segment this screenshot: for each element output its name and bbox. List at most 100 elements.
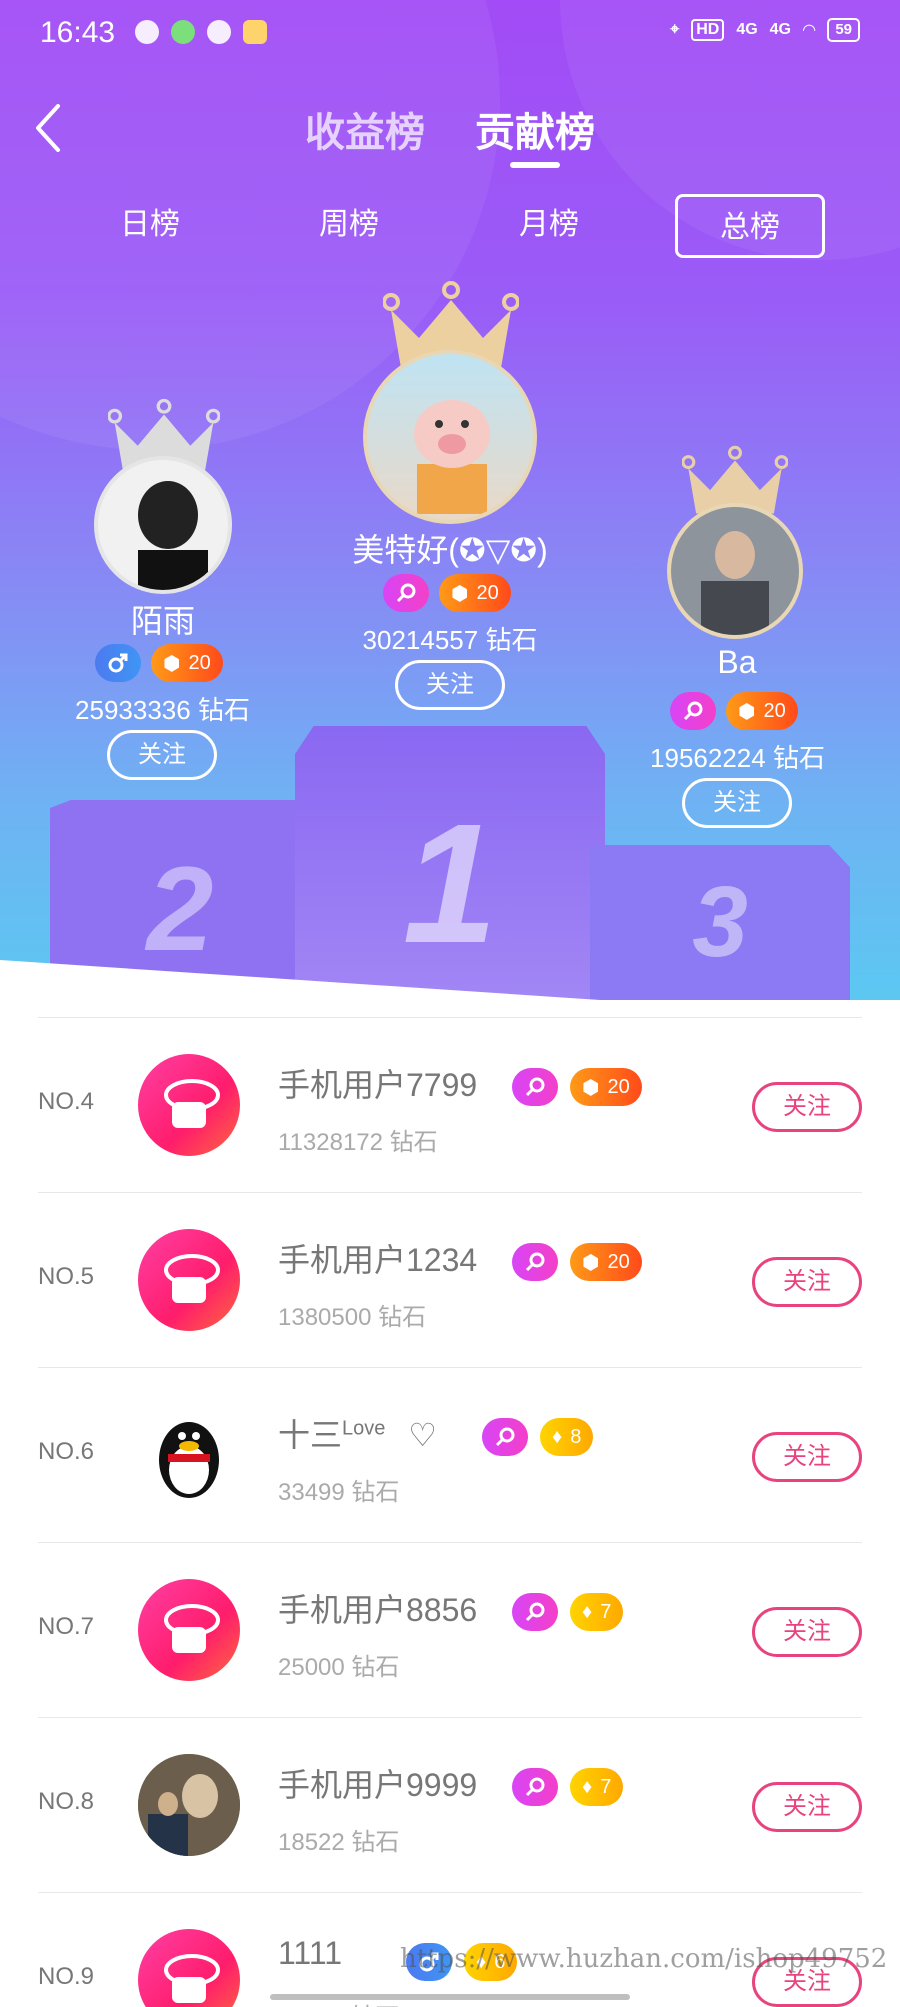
third-place-badges: ⬢ 20 [670, 692, 798, 730]
female-icon [670, 692, 716, 730]
portrait-avatar-image [701, 531, 769, 635]
podium-number-1: 1 [402, 789, 498, 979]
username: 手机用户7799 [278, 1067, 478, 1103]
list-item[interactable]: NO.4 手机用户7799 ⬢ 20 11328172 钻石 关注 [38, 1017, 862, 1192]
list-item[interactable]: NO.7 手机用户8856 ♦ 7 25000 钻石 关注 [38, 1542, 862, 1717]
level-badge: ♦ 7 [570, 1593, 624, 1631]
avatar[interactable] [138, 1929, 240, 2007]
app-logo-avatar-icon [138, 1054, 240, 1156]
penguin-avatar-icon [159, 1422, 219, 1498]
avatar[interactable] [138, 1754, 240, 1856]
pig-avatar-image [414, 400, 490, 514]
location-icon: ⌖ [670, 21, 680, 38]
tab-earnings[interactable]: 收益榜 [305, 100, 425, 158]
podium-first: 1 [295, 726, 605, 1000]
diamond-level-icon: ♦ [582, 1600, 593, 1623]
follow-button[interactable]: 关注 [752, 1082, 862, 1132]
female-icon [512, 1593, 558, 1631]
tab-contribution[interactable]: 贡献榜 [475, 100, 595, 158]
avatar[interactable] [138, 1054, 240, 1156]
username: 1111 [278, 1935, 343, 1971]
follow-button[interactable]: 关注 [752, 1782, 862, 1832]
username: 手机用户8856 [278, 1592, 478, 1628]
username: 十三Love ♡ [278, 1410, 437, 1456]
follow-button[interactable]: 关注 [752, 1432, 862, 1482]
follow-button[interactable]: 关注 [752, 1607, 862, 1657]
avatar[interactable] [138, 1229, 240, 1331]
user-badges: ⬢ 20 [512, 1243, 642, 1281]
diamond-level-icon: ♦ [552, 1425, 563, 1448]
photo-avatar-image [138, 1754, 240, 1856]
level-shield-icon: ⬢ [582, 1251, 600, 1274]
third-place-name: Ba [717, 644, 757, 680]
level-badge: ⬢ 20 [570, 1243, 642, 1281]
rank-label: NO.4 [38, 1088, 95, 1115]
level-value: 20 [607, 1075, 630, 1098]
username-sup: Love [342, 1417, 386, 1440]
diamond-count: 11328172 钻石 [278, 1129, 438, 1156]
phone-icon [171, 20, 195, 44]
male-icon [95, 644, 141, 682]
level-badge: ♦ 7 [570, 1768, 624, 1806]
rank-label: NO.9 [38, 1963, 95, 1990]
signal-4g-icon: 4G [736, 21, 758, 38]
back-button[interactable] [30, 100, 70, 156]
level-value: 8 [570, 1425, 582, 1448]
level-badge: ♦ 8 [540, 1418, 594, 1456]
female-icon [512, 1243, 558, 1281]
home-indicator[interactable] [270, 1994, 630, 2000]
heart-icon: ♡ [408, 1417, 437, 1453]
follow-button[interactable]: 关注 [682, 778, 792, 828]
level-badge: ⬢ 20 [151, 644, 223, 682]
level-shield-icon: ⬢ [738, 700, 756, 723]
rank-label: NO.8 [38, 1788, 95, 1815]
follow-button[interactable]: 关注 [752, 1257, 862, 1307]
level-value: 20 [476, 581, 499, 604]
period-monthly[interactable]: 月榜 [474, 194, 624, 258]
third-place-avatar[interactable] [667, 503, 803, 639]
diamond-count: 25000 钻石 [278, 1654, 400, 1681]
chevron-left-icon [36, 104, 60, 152]
app-logo-avatar-icon [138, 1579, 240, 1681]
diamond-count: 18522 钻石 [278, 1829, 400, 1856]
system-indicators: ⌖ HD 4G 4G ◠ 59 [670, 18, 860, 42]
podium-number-2: 2 [146, 842, 214, 976]
female-icon [512, 1768, 558, 1806]
list-item[interactable]: NO.8 手机用户9999 ♦ 7 18522 钻石 关注 [38, 1717, 862, 1892]
podium-number-3: 3 [692, 866, 748, 978]
period-total[interactable]: 总榜 [675, 194, 825, 258]
app-logo-avatar-icon [138, 1229, 240, 1331]
second-place-avatar[interactable] [94, 456, 232, 594]
app-notification-icon [243, 20, 267, 44]
level-value: 20 [188, 651, 211, 674]
tab-indicator [510, 162, 560, 168]
period-weekly[interactable]: 周榜 [274, 194, 424, 258]
wechat-icon [135, 20, 159, 44]
female-icon [482, 1418, 528, 1456]
signal-4g-icon: 4G [769, 21, 791, 38]
leaderboard-header: 16:43 ⌖ HD 4G 4G ◠ 59 收益榜 贡献榜 日榜 周榜 月榜 总… [0, 0, 900, 1000]
app-logo-avatar-icon [138, 1929, 240, 2007]
follow-button[interactable]: 关注 [395, 660, 505, 710]
level-shield-icon: ⬢ [582, 1076, 600, 1099]
user-badges: ⬢ 20 [512, 1068, 642, 1106]
list-item[interactable]: NO.5 手机用户1234 ⬢ 20 1380500 钻石 关注 [38, 1192, 862, 1367]
status-bar: 16:43 ⌖ HD 4G 4G ◠ 59 [0, 0, 900, 70]
level-value: 7 [600, 1775, 612, 1798]
list-item[interactable]: NO.6 十三Love ♡ ♦ 8 33499 钻石 关注 [38, 1367, 862, 1542]
first-place-badges: ⬢ 20 [383, 574, 511, 612]
notification-icons [135, 20, 267, 44]
portrait-avatar-image [138, 481, 208, 590]
follow-button[interactable]: 关注 [107, 730, 217, 780]
period-daily[interactable]: 日榜 [75, 194, 225, 258]
second-place-diamonds: 25933336 钻石 [75, 695, 250, 725]
avatar[interactable] [138, 1404, 240, 1506]
rank-label: NO.7 [38, 1613, 95, 1640]
username: 手机用户1234 [278, 1242, 478, 1278]
first-place-diamonds: 30214557 钻石 [362, 625, 538, 655]
level-shield-icon: ⬢ [163, 652, 181, 675]
first-place-avatar[interactable] [363, 350, 537, 524]
third-place-diamonds: 19562224 钻石 [650, 743, 825, 773]
first-place-name: 美特好(✪▽✪) [352, 532, 548, 568]
avatar[interactable] [138, 1579, 240, 1681]
